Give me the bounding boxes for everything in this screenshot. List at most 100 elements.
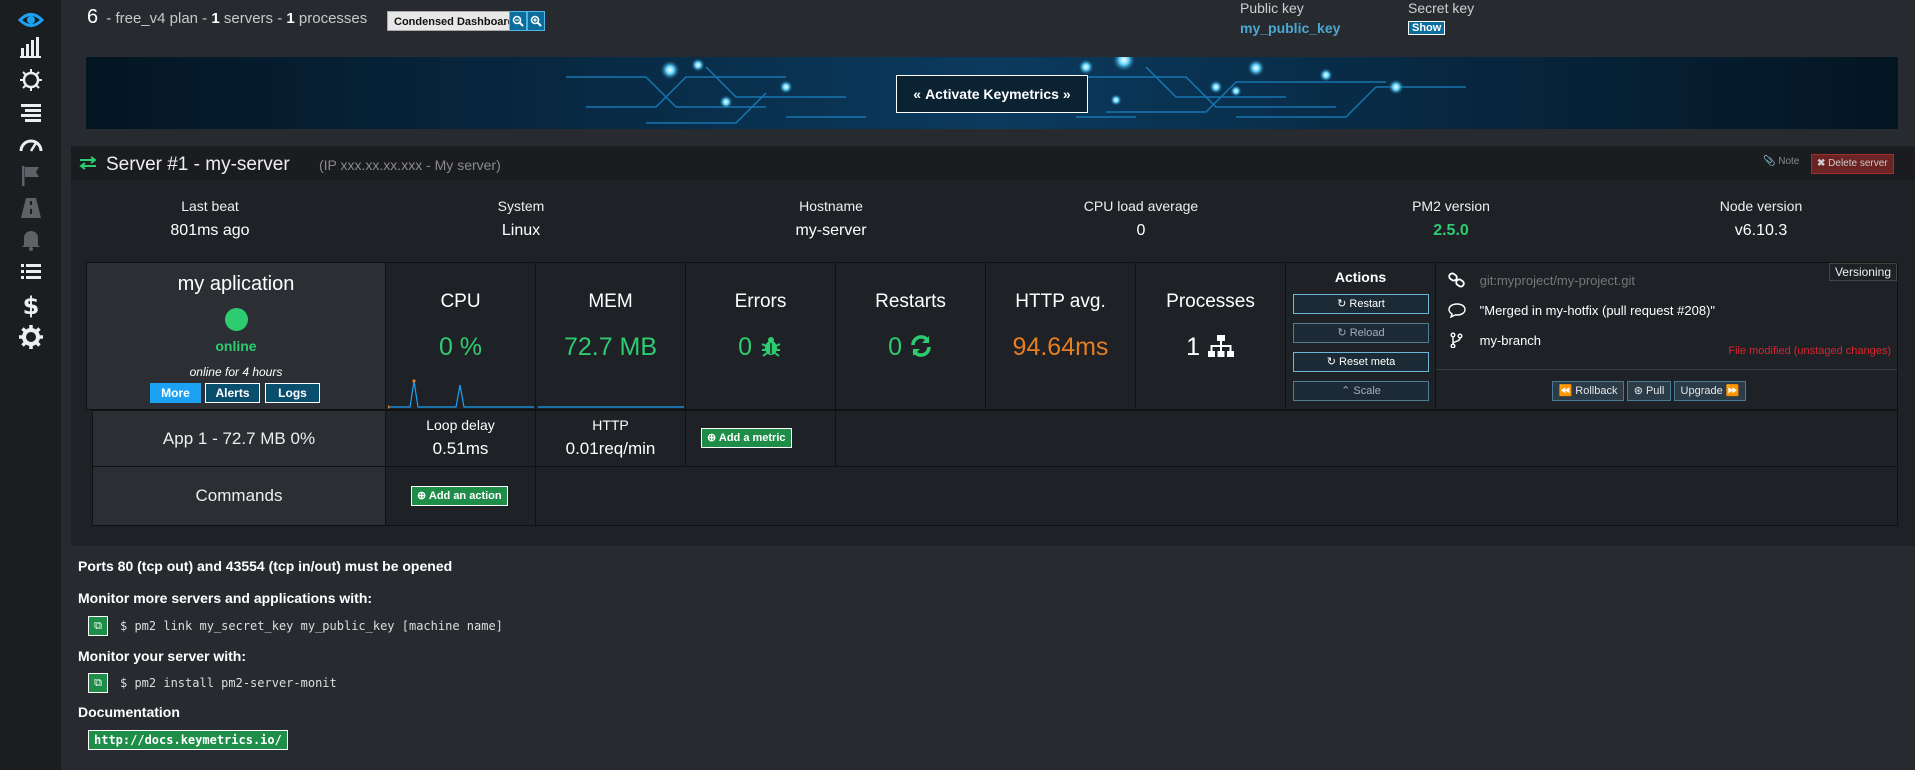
rollback-button[interactable]: ⏪ Rollback bbox=[1552, 381, 1624, 401]
actions-header: Actions bbox=[1334, 269, 1387, 285]
info-label: System bbox=[497, 198, 545, 214]
link-command[interactable]: $ pm2 link my_secret_key my_public_key [… bbox=[120, 619, 503, 633]
add-action-button[interactable]: ⊕ Add an action bbox=[411, 486, 508, 506]
chevrons-up-icon: « bbox=[913, 86, 922, 102]
refresh-icon: ↻ bbox=[1337, 327, 1347, 339]
sidebar-item-metrics[interactable] bbox=[14, 32, 48, 62]
bell-icon bbox=[22, 231, 40, 251]
sidebar-item-transactions[interactable] bbox=[14, 193, 48, 223]
metric-restarts[interactable]: Restarts 0 bbox=[835, 262, 986, 410]
metric-mem[interactable]: MEM 72.7 MB bbox=[535, 262, 686, 410]
http-rate-cell: HTTP 0.01req/min bbox=[535, 410, 686, 467]
refresh-icon bbox=[911, 335, 931, 357]
status-text: online bbox=[215, 338, 257, 354]
public-key-label: Public key bbox=[1240, 0, 1304, 16]
ports-notice: Ports 80 (tcp out) and 43554 (tcp in/out… bbox=[78, 558, 453, 574]
info-value: 0 bbox=[1136, 222, 1146, 239]
info-system: System Linux bbox=[421, 198, 621, 240]
sitemap-icon bbox=[1207, 335, 1234, 357]
sidebar-item-deployments[interactable] bbox=[14, 161, 48, 191]
install-command[interactable]: $ pm2 install pm2-server-monit bbox=[120, 676, 337, 690]
metric-value: 0 bbox=[888, 333, 902, 361]
copy-icon: ⧉ bbox=[94, 676, 102, 689]
zoom-in-button[interactable] bbox=[527, 11, 545, 31]
activate-keymetrics-button[interactable]: « Activate Keymetrics » bbox=[896, 75, 1088, 113]
repo-row: git:myproject/my-project.git bbox=[1448, 272, 1635, 288]
sidebar-item-events[interactable] bbox=[14, 257, 48, 287]
sidebar-item-logs[interactable] bbox=[14, 98, 48, 128]
reset-meta-label: Reset meta bbox=[1339, 356, 1396, 368]
bug-icon bbox=[761, 337, 781, 357]
plan-text: - free_v4 plan - bbox=[106, 10, 208, 27]
restart-button[interactable]: ↻ Restart bbox=[1293, 294, 1429, 314]
scale-button[interactable]: ⌃ Scale bbox=[1293, 381, 1429, 401]
mem-sparkline bbox=[538, 406, 684, 408]
swap-arrows-icon[interactable] bbox=[79, 156, 97, 170]
server-count: 6 bbox=[87, 6, 99, 28]
actions-panel: Actions ↻ Restart ↻ Reload ↻ Reset meta … bbox=[1285, 262, 1436, 410]
processes-count: 1 bbox=[286, 10, 295, 27]
public-key-value[interactable]: my_public_key bbox=[1240, 20, 1340, 36]
info-label: Hostname bbox=[799, 198, 863, 214]
top-bar: 6 - free_v4 plan - 1 servers - 1 process… bbox=[71, 0, 1915, 44]
add-metric-button[interactable]: ⊕ Add a metric bbox=[701, 428, 792, 448]
show-secret-key-button[interactable]: Show bbox=[1408, 21, 1446, 35]
copy-install-command-button[interactable]: ⧉ bbox=[88, 673, 108, 693]
app-name: my aplication bbox=[177, 273, 295, 295]
info-value: my-server bbox=[795, 222, 867, 239]
info-pm2-version: PM2 version 2.5.0 bbox=[1351, 198, 1551, 240]
sidebar-item-dashboard[interactable] bbox=[14, 5, 48, 35]
process-label-cell[interactable]: App 1 - 72.7 MB 0% bbox=[92, 410, 386, 467]
reset-meta-button[interactable]: ↻ Reset meta bbox=[1293, 352, 1429, 372]
restart-label: Restart bbox=[1349, 298, 1385, 310]
info-label: CPU load average bbox=[1083, 198, 1199, 214]
refresh-icon: ↻ bbox=[1326, 356, 1336, 368]
alerts-button[interactable]: Alerts bbox=[205, 383, 260, 403]
scale-label: Scale bbox=[1353, 385, 1381, 397]
info-hostname: Hostname my-server bbox=[731, 198, 931, 240]
plus-circle-icon: ⊕ bbox=[417, 490, 427, 502]
plan-summary: 6 - free_v4 plan - 1 servers - 1 process… bbox=[87, 6, 367, 29]
uptime-text: online for 4 hours bbox=[189, 365, 283, 379]
sidebar-item-monitoring[interactable] bbox=[14, 130, 48, 160]
backward-icon: ⏪ bbox=[1558, 385, 1573, 397]
metric-http-avg[interactable]: HTTP avg. 94.64ms bbox=[985, 262, 1136, 410]
comment-icon bbox=[1448, 303, 1466, 319]
metric-cpu[interactable]: CPU 0 % bbox=[385, 262, 536, 410]
metric-errors[interactable]: Errors 0 bbox=[685, 262, 836, 410]
commit-message: "Merged in my-hotfix (pull request #208)… bbox=[1479, 303, 1716, 318]
condensed-dashboard-button[interactable]: Condensed Dashboard bbox=[387, 11, 522, 31]
copy-link-command-button[interactable]: ⧉ bbox=[88, 616, 108, 636]
logs-button[interactable]: Logs bbox=[265, 383, 320, 403]
keymetrics-banner: « Activate Keymetrics » bbox=[86, 57, 1898, 129]
rollback-label: Rollback bbox=[1575, 385, 1618, 397]
commands-label: Commands bbox=[195, 486, 283, 505]
upgrade-label: Upgrade bbox=[1680, 385, 1723, 397]
server-header: Server #1 - my-server (IP xxx.xx.xx.xxx … bbox=[71, 146, 1915, 180]
forward-icon: ⏩ bbox=[1725, 385, 1740, 397]
more-button[interactable]: More bbox=[150, 383, 201, 403]
zoom-out-button[interactable] bbox=[509, 11, 527, 31]
upgrade-button[interactable]: Upgrade ⏩ bbox=[1674, 381, 1746, 401]
add-action-cell: ⊕ Add an action bbox=[385, 466, 536, 526]
metric-processes[interactable]: Processes 1 bbox=[1135, 262, 1286, 410]
sidebar-item-notifications[interactable] bbox=[14, 225, 48, 255]
delete-server-button[interactable]: ✖ Delete server bbox=[1811, 154, 1894, 174]
add-metric-cell: ⊕ Add a metric bbox=[685, 410, 836, 467]
pull-button[interactable]: ⊛ Pull bbox=[1627, 381, 1671, 401]
metric-value-row: 0 bbox=[686, 333, 835, 362]
note-button[interactable]: 📎 Note bbox=[1763, 156, 1799, 167]
paperclip-icon: 📎 bbox=[1763, 156, 1776, 167]
secret-key-label: Secret key bbox=[1408, 0, 1475, 16]
monitor-server-heading: Monitor your server with: bbox=[78, 648, 247, 664]
repo-url[interactable]: git:myproject/my-project.git bbox=[1480, 273, 1635, 288]
status-indicator bbox=[225, 308, 248, 331]
sidebar-item-settings[interactable] bbox=[14, 322, 48, 352]
chevrons-up-icon: » bbox=[1062, 86, 1071, 102]
commands-label-cell: Commands bbox=[92, 466, 386, 526]
note-label: Note bbox=[1778, 156, 1800, 167]
sidebar-item-billing[interactable]: $ bbox=[14, 290, 48, 320]
sidebar-item-issues[interactable] bbox=[14, 65, 48, 95]
documentation-link[interactable]: http://docs.keymetrics.io/ bbox=[88, 730, 288, 750]
reload-button[interactable]: ↻ Reload bbox=[1293, 323, 1429, 343]
